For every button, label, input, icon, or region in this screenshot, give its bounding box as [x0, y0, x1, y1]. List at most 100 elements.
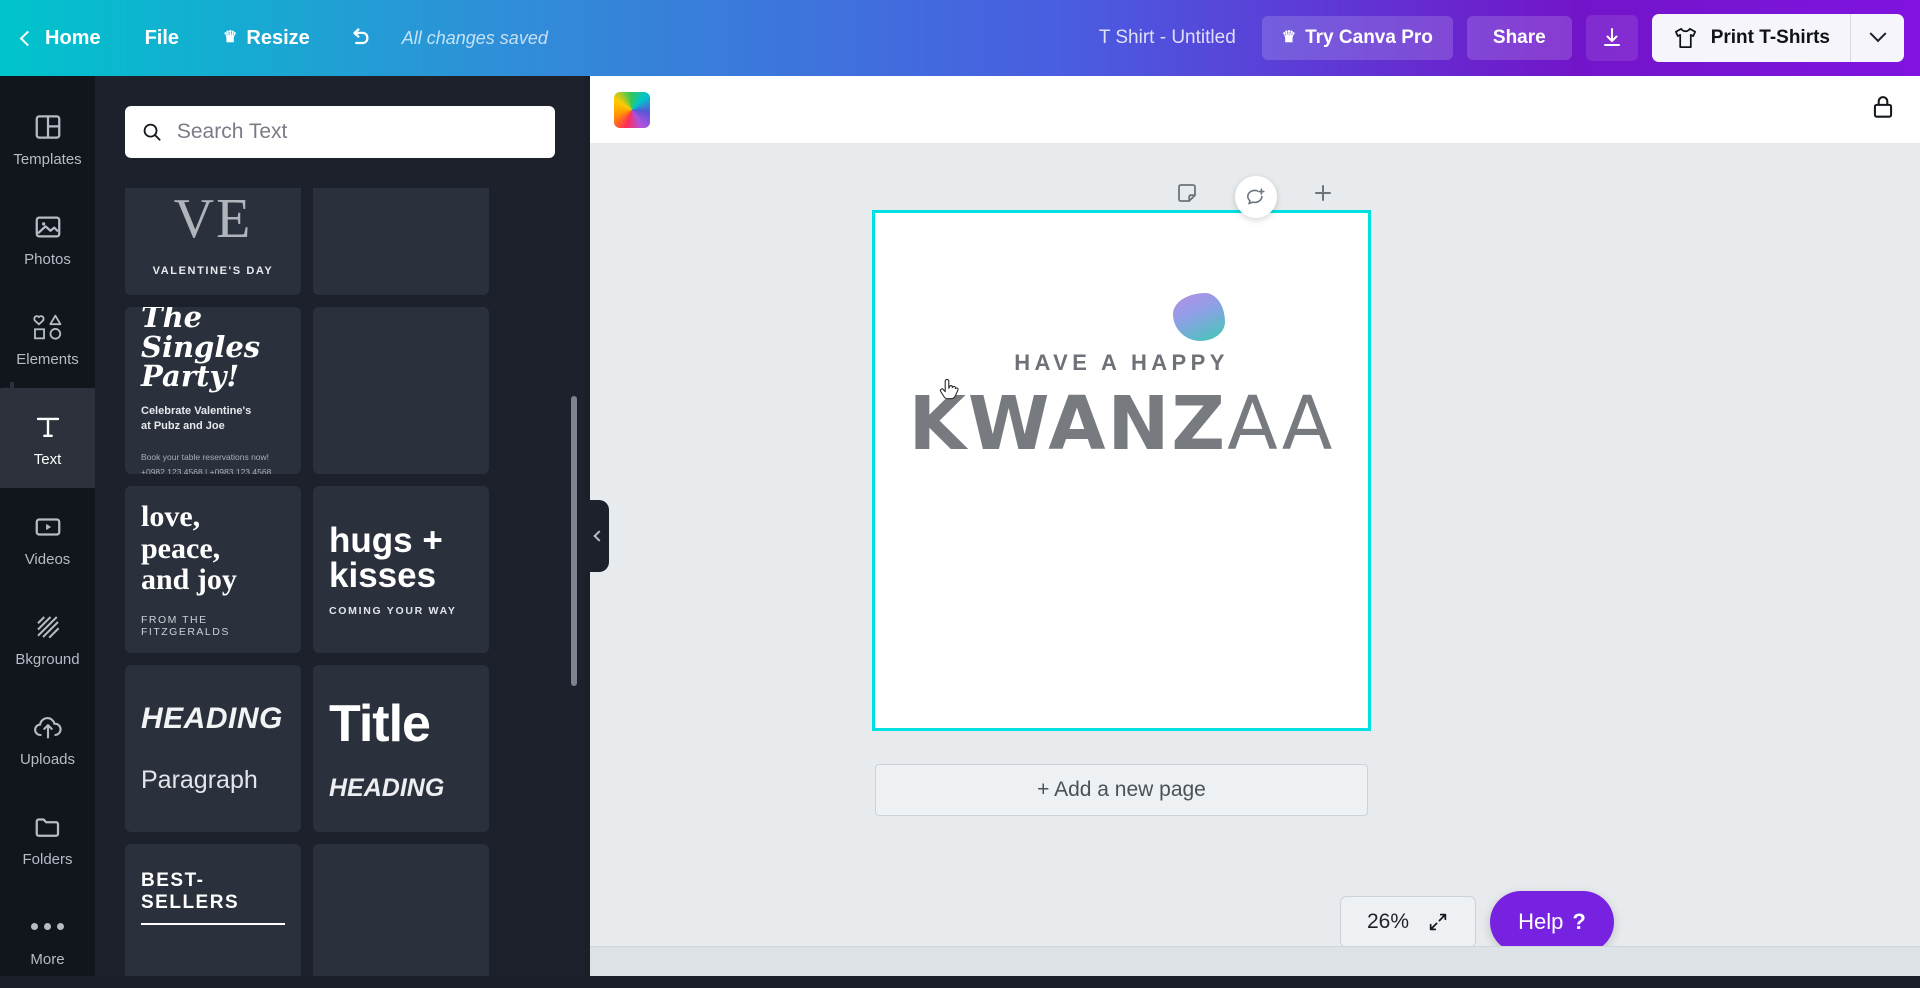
decorative-blob-shape[interactable] [1173, 293, 1225, 341]
template-row: HEADING Paragraph Title HEADING [125, 665, 555, 832]
sidebar-item-label: Photos [24, 250, 71, 268]
share-label: Share [1492, 27, 1546, 48]
help-button[interactable]: Help ? [1490, 891, 1614, 953]
crown-icon: ♛ [223, 29, 238, 46]
sidebar-item-label: Folders [22, 850, 73, 868]
panel-scrollbar-thumb[interactable] [571, 396, 577, 686]
collapse-panel-button[interactable] [585, 500, 609, 572]
sidebar-item-photos[interactable]: Photos [0, 188, 95, 288]
print-options-caret-button[interactable] [1850, 14, 1904, 62]
tshirt-icon [1674, 27, 1696, 49]
sidebar-item-templates[interactable]: Templates [0, 88, 95, 188]
design-title-light: AA [1227, 381, 1335, 467]
search-input[interactable] [176, 120, 539, 144]
context-toolbar [590, 76, 1920, 143]
sidebar-item-text[interactable]: Text [0, 378, 95, 488]
share-button[interactable]: Share [1466, 16, 1572, 60]
template-card-line-1: hugs + [329, 520, 443, 560]
sidebar-item-more[interactable]: More [0, 888, 95, 988]
more-dots-icon [31, 910, 64, 944]
search-input-wrapper[interactable] [125, 106, 555, 158]
crown-icon: ♛ [1281, 29, 1297, 46]
resize-label: Resize [246, 26, 310, 49]
template-card-detail-2: +0982 123 4568 | +0983 123 4568 [141, 466, 272, 474]
template-card-heading: HEADING [141, 702, 283, 735]
resize-button[interactable]: ♛ Resize [201, 0, 332, 76]
bottom-status-strip [590, 946, 1920, 976]
template-card-subtitle: FROM THE FITZGERALDS [141, 614, 230, 639]
sidebar-item-label: Text [33, 450, 62, 468]
top-bar-left-group: Home File ♛ Resize All changes saved [0, 0, 548, 76]
add-comment-button[interactable] [1235, 176, 1277, 218]
rainbow-color-swatch[interactable] [614, 91, 650, 128]
undo-button[interactable] [332, 0, 388, 76]
add-page-button[interactable] [1307, 177, 1339, 209]
template-card-detail-1: Book your table reservations now! [141, 452, 270, 463]
template-card-hugs-kisses[interactable]: hugs + kisses COMING YOUR WAY [313, 486, 489, 653]
add-page-icon [1315, 185, 1331, 201]
chevron-left-icon [592, 530, 605, 542]
template-card-blank[interactable] [313, 188, 489, 295]
sticky-note-button[interactable] [1171, 177, 1203, 209]
template-card-line-3: Party! [141, 359, 240, 394]
download-icon [1603, 28, 1620, 46]
try-canva-pro-button[interactable]: ♛ Try Canva Pro [1261, 16, 1453, 60]
undo-icon [353, 27, 369, 44]
sidebar-item-uploads[interactable]: Uploads [0, 688, 95, 788]
videos-icon [33, 510, 63, 544]
template-card-blank[interactable] [313, 844, 489, 976]
home-button[interactable]: Home [0, 0, 123, 76]
template-card-title: VE [173, 188, 253, 250]
design-title-text[interactable]: KWANZAA [875, 381, 1368, 467]
template-card-singles-party[interactable]: The Singles Party! Celebrate Valentine's… [125, 307, 301, 474]
sidebar-item-label: Elements [16, 350, 79, 368]
template-card-valentines[interactable]: VE VALENTINE'S DAY [125, 188, 301, 295]
template-card-best-sellers[interactable]: BEST-SELLERS [125, 844, 301, 976]
photos-icon [33, 210, 63, 244]
sidebar-item-bkground[interactable]: Bkground [0, 588, 95, 688]
add-new-page-button[interactable]: + Add a new page [875, 764, 1368, 816]
template-card-subtitle: VALENTINE'S DAY [152, 265, 274, 277]
folders-icon [33, 810, 63, 844]
left-rail: Templates Photos Elements Text Videos Bk… [0, 76, 95, 976]
sidebar-item-label: More [30, 950, 65, 968]
template-card-blank[interactable] [313, 307, 489, 474]
text-template-grid: VE VALENTINE'S DAY The Singles Party! Ce… [95, 188, 585, 976]
template-card-subtitle-2: at Pubz and Joe [141, 419, 225, 432]
chevron-left-icon [19, 30, 36, 46]
help-question-mark-icon: ? [1572, 909, 1586, 934]
sidebar-item-elements[interactable]: Elements [0, 288, 95, 388]
uploads-icon [32, 710, 64, 744]
comment-plus-icon [1247, 188, 1265, 205]
template-card-subtitle: COMING YOUR WAY [329, 604, 457, 617]
template-card-title-heading[interactable]: Title HEADING [313, 665, 489, 832]
template-card-line-2: Singles [141, 329, 261, 364]
sidebar-item-videos[interactable]: Videos [0, 488, 95, 588]
home-label: Home [45, 26, 101, 49]
try-canva-pro-label: Try Canva Pro [1305, 27, 1433, 48]
editor-area: HAVE A HAPPY KWANZAA + Add a new page 26… [590, 76, 1920, 976]
lock-button[interactable] [1870, 93, 1896, 126]
design-canvas-page[interactable]: HAVE A HAPPY KWANZAA [872, 210, 1371, 731]
templates-icon [33, 110, 63, 144]
design-headline-text[interactable]: HAVE A HAPPY [875, 350, 1368, 376]
sidebar-item-label: Uploads [19, 750, 76, 768]
template-row: The Singles Party! Celebrate Valentine's… [125, 307, 555, 474]
print-t-shirts-label: Print T-Shirts [1710, 27, 1830, 48]
download-button[interactable] [1585, 15, 1638, 61]
text-icon [33, 410, 63, 444]
template-row: VE VALENTINE'S DAY [125, 188, 555, 295]
document-title[interactable]: T Shirt - Untitled [1099, 27, 1262, 49]
template-card-love-peace-joy[interactable]: love, peace, and joy FROM THE FITZGERALD… [125, 486, 301, 653]
text-panel: VE VALENTINE'S DAY The Singles Party! Ce… [95, 76, 585, 976]
zoom-control[interactable]: 26% [1340, 896, 1476, 948]
sidebar-item-folders[interactable]: Folders [0, 788, 95, 888]
template-card-heading-paragraph[interactable]: HEADING Paragraph [125, 665, 301, 832]
help-label: Help [1518, 909, 1564, 934]
template-card-line-2: peace, [141, 531, 221, 565]
print-t-shirts-button[interactable]: Print T-Shirts Print T-Shirts [1652, 14, 1850, 62]
template-card-line-2: kisses [329, 555, 437, 595]
sidebar-item-label: Templates [13, 150, 82, 168]
file-menu-button[interactable]: File [123, 0, 201, 76]
chevron-down-icon [1869, 25, 1886, 43]
